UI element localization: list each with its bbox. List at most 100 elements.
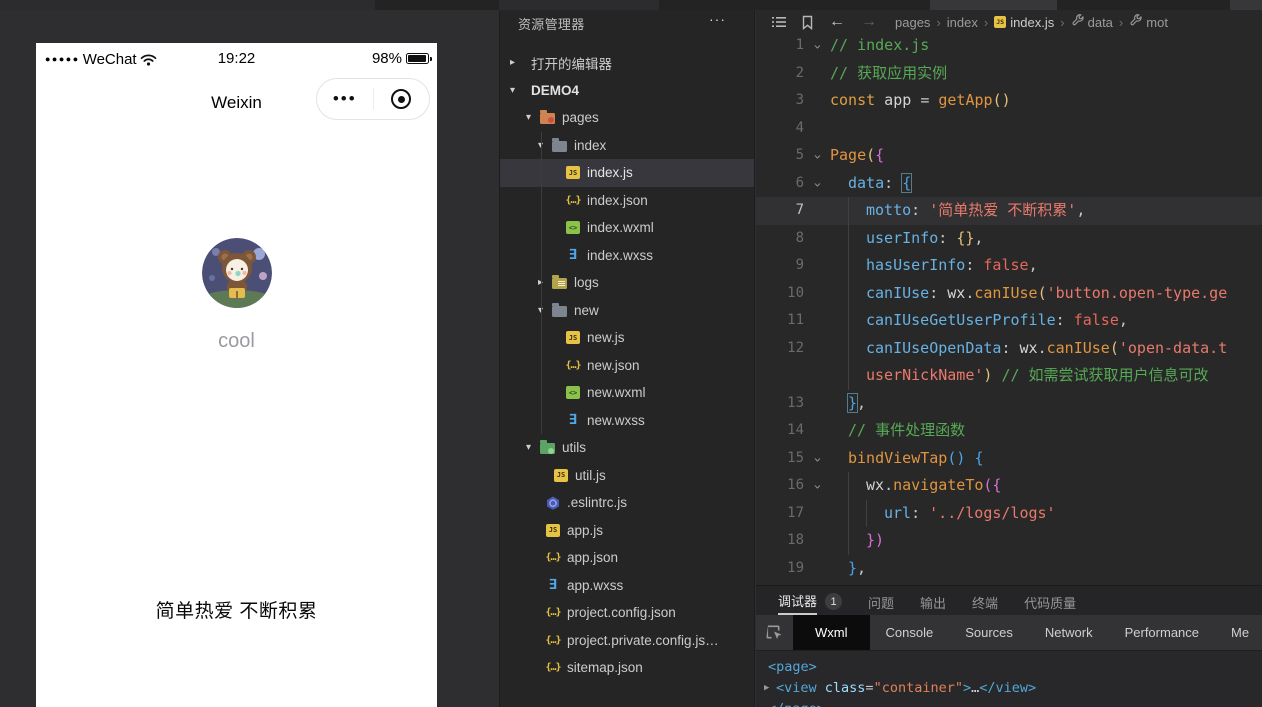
tree-item[interactable]: ▾index [500,132,754,160]
tree-item[interactable]: {…}project.private.config.js… [500,627,754,655]
explorer-more-icon[interactable]: ··· [709,14,726,33]
devtools-tab-network[interactable]: Network [1029,615,1109,650]
tree-item[interactable]: {…}project.config.json [500,599,754,627]
code-editor[interactable]: 1›// index.js2// 获取应用实例3const app = getA… [756,32,1262,585]
tree-item[interactable]: JSnew.js [500,324,754,352]
code-line-text: wx.navigateTo({ [830,472,1262,500]
tree-item[interactable]: ∃index.wxss [500,242,754,270]
outline-icon[interactable] [771,15,787,29]
tree-item[interactable]: ∃new.wxss [500,407,754,435]
tree-item[interactable]: ▾DEMO4 [500,77,754,105]
breadcrumb-item[interactable]: index [947,15,978,30]
devtools-tab-sources[interactable]: Sources [949,615,1029,650]
code-token: = [920,91,938,109]
tree-item[interactable]: JSindex.js [500,159,754,187]
breadcrumb-item[interactable]: mot [1129,14,1168,30]
tree-item[interactable]: ▸打开的编辑器 [500,49,754,77]
tree-item[interactable]: ▾new [500,297,754,325]
indent-guide [848,307,866,335]
tree-item[interactable]: {…}index.json [500,187,754,215]
json-file-icon: {…} [546,551,560,565]
tree-item[interactable]: JSapp.js [500,517,754,545]
folder-logs-icon [552,278,567,289]
tree-item[interactable]: .eslintrc.js [500,489,754,517]
inspect-element-icon[interactable] [766,624,783,641]
chevron-down-icon[interactable]: ▾ [526,442,540,453]
code-token: navigateTo [893,476,983,494]
wxml-node[interactable]: <page> [764,657,1262,678]
fold-chevron-icon[interactable]: › [804,32,830,60]
code-token: '简单热爱 不断积累' [929,201,1076,219]
devtools-tab-wxml[interactable]: Wxml [793,615,870,650]
indent-guide [830,390,848,418]
breadcrumb-item[interactable]: pages [895,15,930,30]
fold-chevron-icon[interactable]: › [804,472,830,500]
mini-program-nav-bar: Weixin ••• [36,77,437,139]
indent-guide [830,417,848,445]
tree-item[interactable]: <>new.wxml [500,379,754,407]
navigate-forward-icon[interactable]: → [861,13,877,31]
wxml-file-icon: <> [566,221,580,234]
fold-gutter [804,197,830,225]
wxml-node[interactable]: </page> [764,699,1262,707]
code-line-text: canIUseOpenData: wx.canIUse('open-data.t [830,335,1262,363]
wxml-token: </view> [979,678,1036,699]
indent-guide [830,252,848,280]
breadcrumb: pages›index›JSindex.js›data›mot [895,14,1168,30]
debugger-tab-终端[interactable]: 终端 [972,586,998,615]
code-token: bindViewTap [848,449,947,467]
debugger-tab-label: 代码质量 [1024,589,1076,612]
wxss-file-icon: ∃ [546,578,560,592]
tree-item-label: .eslintrc.js [567,495,627,510]
code-token: , [1119,311,1128,329]
phone-screen: ●●●●● WeChat 19:22 98% Weixin •• [36,43,437,707]
debugger-tab-代码质量[interactable]: 代码质量 [1024,586,1076,615]
indent-guide [541,132,542,434]
devtools-tab-performance[interactable]: Performance [1109,615,1215,650]
code-token: { [875,146,884,164]
devtools-tab-console[interactable]: Console [870,615,950,650]
breadcrumb-item[interactable]: data [1071,14,1113,30]
capsule-button[interactable]: ••• [316,78,430,120]
wxml-node[interactable]: ▶<view class="container">…</view> [764,678,1262,699]
tree-item[interactable]: ▾utils [500,434,754,462]
breadcrumb-item-label: mot [1146,15,1168,30]
tree-item[interactable]: <>index.wxml [500,214,754,242]
avatar[interactable] [202,238,272,308]
devtools-tab-me[interactable]: Me [1215,615,1262,650]
debugger-tab-问题[interactable]: 问题 [868,586,894,615]
line-number: 15 [756,445,804,473]
code-line-text: // 获取应用实例 [830,60,1262,88]
tree-item[interactable]: ▾pages [500,104,754,132]
tree-item[interactable]: ∃app.wxss [500,572,754,600]
chevron-down-icon[interactable]: ▾ [510,85,524,96]
breadcrumb-item[interactable]: JSindex.js [994,15,1054,30]
expand-arrow-icon[interactable]: ▶ [764,678,776,699]
indent-guide [830,555,848,583]
tree-item[interactable]: JSutil.js [500,462,754,490]
code-line-text: userInfo: {}, [830,225,1262,253]
line-number: 1 [756,32,804,60]
tree-item[interactable]: {…}new.json [500,352,754,380]
fold-chevron-icon[interactable]: › [804,142,830,170]
bookmark-icon[interactable] [801,15,814,30]
navigate-back-icon[interactable]: ← [829,13,845,31]
chevron-right-icon[interactable]: ▸ [510,57,524,68]
exit-target-icon[interactable] [374,89,430,109]
debugger-tab-调试器[interactable]: 调试器1 [778,586,842,615]
indent-guide [866,500,884,528]
code-token: , [1029,256,1038,274]
code-line: 19}, [756,555,1262,583]
more-icon[interactable]: ••• [317,80,373,118]
tree-item[interactable]: {…}app.json [500,544,754,572]
chevron-down-icon[interactable]: ▾ [526,112,540,123]
indent-guide [848,252,866,280]
code-line-text: bindViewTap() { [830,445,1262,473]
tree-item[interactable]: {…}sitemap.json [500,654,754,682]
fold-chevron-icon[interactable]: › [804,170,830,198]
tree-item[interactable]: ▸logs [500,269,754,297]
debugger-tab-输出[interactable]: 输出 [920,586,946,615]
tree-item-label: index.wxss [587,248,653,263]
wxml-token: … [971,678,979,699]
fold-chevron-icon[interactable]: › [804,445,830,473]
